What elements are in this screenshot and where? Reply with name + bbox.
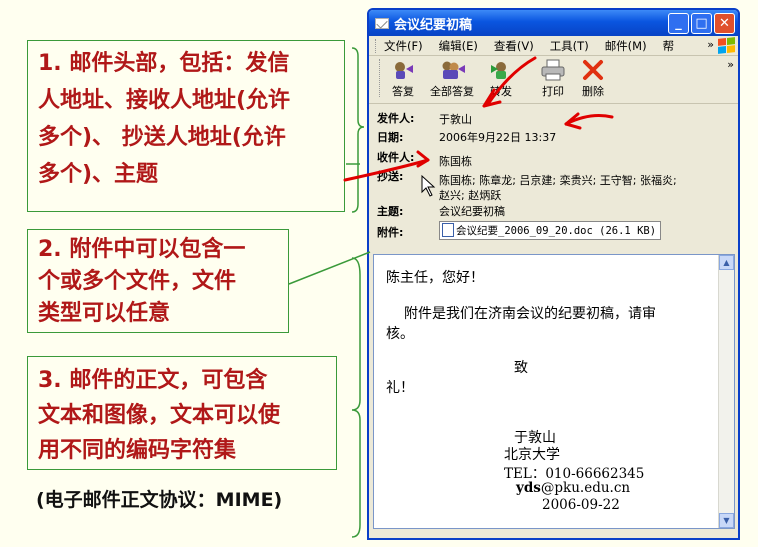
email-domain: @pku.edu.cn — [540, 480, 631, 496]
maximize-button[interactable]: □ — [691, 12, 712, 34]
forward-icon — [488, 59, 514, 81]
menu-bar: 文件(F) 编辑(E) 查看(V) 工具(T) 邮件(M) 帮 » — [369, 36, 738, 56]
date-value: 2006年9月22日 13:37 — [439, 131, 557, 144]
printer-icon — [540, 59, 566, 81]
menu-mail[interactable]: 邮件(M) — [605, 38, 647, 54]
subject-value: 会议纪要初稿 — [439, 205, 505, 218]
attachment-item[interactable]: 会议纪要_2006_09_20.doc (26.1 KB) — [439, 221, 662, 240]
minimize-button[interactable]: _ — [668, 12, 689, 34]
toolbar-grip[interactable] — [379, 58, 382, 97]
note-line: 用不同的编码字符集 — [38, 438, 237, 463]
reply-all-button[interactable]: 全部答复 — [430, 59, 474, 99]
mime-footnote: (电子邮件正文协议：MIME) — [36, 489, 283, 511]
scroll-up-arrow-icon[interactable]: ▲ — [719, 255, 734, 270]
menu-file[interactable]: 文件(F) — [384, 38, 423, 54]
subject-label: 主题: — [377, 205, 404, 218]
print-button[interactable]: 打印 — [540, 59, 566, 99]
toolbar: 答复 全部答复 转发 打印 删除 » — [369, 56, 738, 104]
attachment-filename: 会议纪要_2006_09_20.doc (26.1 KB) — [456, 225, 657, 237]
message-body[interactable]: 陈主任，您好！ 附件是我们在济南会议的纪要初稿，请审 核。 致 礼！ 于敦山 北… — [373, 254, 735, 529]
note-mail-body: 3. 邮件的正文，可包含 文本和图像，文本可以使 用不同的编码字符集 — [27, 356, 337, 470]
body-line: 核。 — [386, 326, 414, 342]
menu-tools[interactable]: 工具(T) — [550, 38, 589, 54]
mail-headers: 发件人: 于敦山 日期: 2006年9月22日 13:37 收件人: 陈国栋 抄… — [369, 104, 738, 244]
window-title: 会议纪要初稿 — [394, 17, 473, 33]
note-line: 文本和图像，文本可以使 — [38, 403, 281, 428]
note-line: 3. 邮件的正文，可包含 — [38, 368, 268, 393]
connector-attachment — [288, 251, 371, 285]
cc-value-line2: 赵兴; 赵炳跃 — [439, 189, 502, 202]
from-value: 于敦山 — [439, 113, 472, 126]
forward-label: 转发 — [490, 85, 512, 98]
menu-edit[interactable]: 编辑(E) — [439, 38, 478, 54]
print-label: 打印 — [542, 85, 564, 98]
note-line: 2. 附件中可以包含一 — [38, 237, 246, 262]
title-bar[interactable]: 会议纪要初稿 _ □ ✕ — [369, 10, 738, 36]
reply-label: 答复 — [392, 85, 414, 98]
reply-all-icon — [439, 59, 465, 81]
menu-view[interactable]: 查看(V) — [494, 38, 534, 54]
to-value: 陈国栋 — [439, 155, 472, 168]
note-line: 人地址、接收人地址(允许 — [38, 88, 291, 113]
note-line: 个或多个文件，文件 — [38, 269, 237, 294]
email-user: yds — [516, 480, 541, 496]
delete-label: 删除 — [582, 85, 604, 98]
mail-window: 会议纪要初稿 _ □ ✕ 文件(F) 编辑(E) 查看(V) 工具(T) 邮件(… — [367, 8, 740, 540]
envelope-icon — [375, 17, 389, 29]
to-label: 收件人: — [377, 151, 415, 164]
bracket-body — [351, 257, 361, 538]
word-document-icon — [442, 223, 454, 237]
vertical-scrollbar[interactable]: ▲ ▼ — [718, 255, 734, 528]
from-label: 发件人: — [377, 112, 415, 125]
reply-all-label: 全部答复 — [430, 85, 474, 98]
note-attachment: 2. 附件中可以包含一 个或多个文件，文件 类型可以任意 — [27, 229, 289, 333]
forward-button[interactable]: 转发 — [488, 59, 514, 99]
date-label: 日期: — [377, 131, 404, 144]
toolbar-grip[interactable] — [375, 38, 378, 53]
note-line: 多个)、主题 — [38, 162, 159, 187]
signature-date: 2006-09-22 — [542, 497, 620, 513]
note-line: 1. 邮件头部，包括：发信 — [38, 51, 290, 76]
delete-button[interactable]: 删除 — [580, 59, 606, 99]
signature-email[interactable]: yds@pku.edu.cn — [516, 480, 630, 496]
note-mail-header: 1. 邮件头部，包括：发信 人地址、接收人地址(允许 多个)、 抄送人地址(允许… — [27, 40, 345, 212]
cc-value-line1: 陈国栋; 陈章龙; 吕京建; 栾贵兴; 王守智; 张福炎; — [439, 174, 677, 187]
reply-icon — [390, 59, 416, 81]
cc-label: 抄送: — [377, 170, 404, 183]
scroll-down-arrow-icon[interactable]: ▼ — [719, 513, 734, 528]
menu-help[interactable]: 帮 — [663, 38, 675, 54]
toolbar-overflow-chevron[interactable]: » — [727, 58, 734, 71]
body-line: 附件是我们在济南会议的纪要初稿，请审 — [404, 306, 656, 322]
signature-org: 北京大学 — [504, 447, 560, 463]
menu-overflow-chevron[interactable]: » — [707, 38, 714, 51]
body-closing: 礼！ — [386, 380, 414, 396]
note-line: 类型可以任意 — [38, 301, 171, 326]
bracket-header — [351, 47, 365, 213]
attachment-label: 附件: — [377, 226, 404, 239]
note-line: 多个)、 抄送人地址(允许 — [38, 125, 286, 150]
body-greeting: 陈主任，您好！ — [386, 270, 484, 286]
reply-button[interactable]: 答复 — [390, 59, 416, 99]
body-closing: 致 — [514, 360, 528, 376]
close-button[interactable]: ✕ — [714, 12, 735, 34]
signature-phone: TEL：010-66662345 — [504, 466, 645, 482]
delete-icon — [580, 59, 606, 81]
windows-logo-icon — [718, 37, 735, 54]
